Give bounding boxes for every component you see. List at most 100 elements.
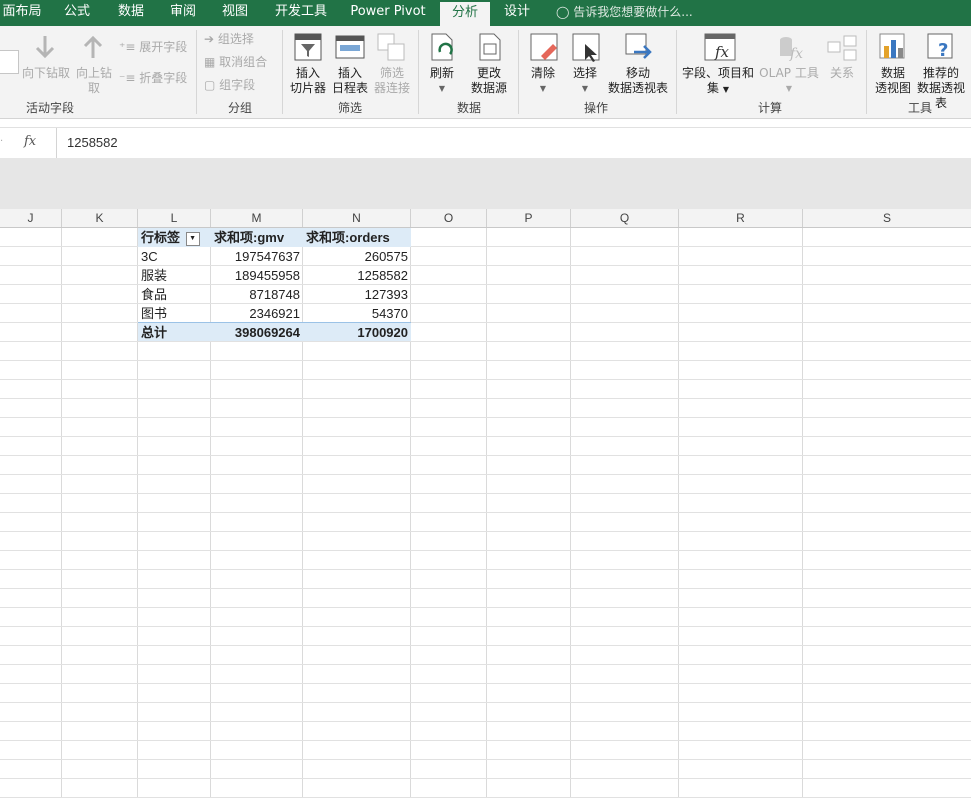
filter-dropdown-icon[interactable]: ▼ (185, 231, 200, 246)
grid-column-line (570, 228, 571, 798)
tab-formulas[interactable]: 公式 (52, 0, 102, 26)
pivot-orders-value[interactable]: 1258582 (303, 266, 411, 285)
group-field-button[interactable]: ▢ 组字段 (204, 78, 255, 93)
pivot-orders-value[interactable]: 127393 (303, 285, 411, 304)
pivot-gmv-value[interactable]: 197547637 (211, 247, 303, 266)
column-header-m[interactable]: M (211, 209, 303, 227)
fields-label-1: 字段、项目和 (681, 66, 754, 80)
select-button[interactable]: 选择 ▼ (566, 66, 604, 96)
pivot-row-label[interactable]: 食品 (138, 285, 211, 304)
filter-connections-button[interactable]: 筛选 器连接 (370, 66, 414, 96)
group-label-data: 数据 (456, 101, 481, 115)
group-selection-button[interactable]: ➔ 组选择 (204, 32, 254, 47)
pivot-gmv-value[interactable]: 8718748 (211, 285, 303, 304)
column-header-j[interactable]: J (0, 209, 62, 227)
grid-column-line (802, 228, 803, 798)
column-header-k[interactable]: K (62, 209, 138, 227)
grid-row-line (0, 512, 971, 513)
grid-row-line (0, 474, 971, 475)
row-label-header-text: 行标签 (141, 230, 181, 245)
insert-timeline-button[interactable]: 插入 日程表 (328, 66, 372, 96)
pivot-gmv-value[interactable]: 189455958 (211, 266, 303, 285)
move-pivottable-button[interactable]: 移动 数据透视表 (606, 66, 670, 96)
formula-input[interactable]: 1258582 (67, 135, 118, 150)
grid-row-line (0, 683, 971, 684)
fields-items-sets-icon: fx (704, 33, 736, 61)
chevron-down-icon: ▼ (785, 84, 793, 93)
recommended-pivottables-icon: ? (927, 33, 953, 61)
refresh-icon (431, 33, 453, 61)
collapse-field-button[interactable]: ⁻≡ 折叠字段 (119, 71, 187, 86)
pivot-total-orders[interactable]: 1700920 (303, 322, 411, 341)
timeline-icon (335, 35, 365, 59)
tab-data[interactable]: 数据 (106, 0, 156, 26)
svg-text:fx: fx (789, 46, 803, 62)
slicer-label-1: 插入 (295, 66, 320, 80)
pivot-gmv-value[interactable]: 2346921 (211, 304, 303, 323)
formula-bar-dots: · (0, 136, 4, 147)
pivot-orders-value[interactable]: 260575 (303, 247, 411, 266)
grid-row-line (0, 607, 971, 608)
tell-me-box[interactable]: ◯ 告诉我您想要做什么... (556, 0, 693, 26)
tab-view[interactable]: 视图 (210, 0, 260, 26)
grid-row-line (0, 588, 971, 589)
grid-row-line (0, 645, 971, 646)
tab-analyze[interactable]: 分析 (440, 2, 490, 26)
change-source-label-2: 数据源 (470, 81, 507, 95)
timeline-label-2: 日程表 (331, 81, 368, 95)
ungroup-label: 取消组合 (219, 55, 268, 69)
recommended-label-1: 推荐的 (922, 66, 959, 80)
pivot-gmv-header[interactable]: 求和项:gmv (211, 228, 303, 247)
tab-review[interactable]: 审阅 (158, 0, 208, 26)
olap-tools-icon: fx (780, 37, 803, 62)
column-header-o[interactable]: O (411, 209, 487, 227)
tab-design[interactable]: 设计 (494, 0, 540, 26)
pivot-orders-header[interactable]: 求和项:orders (303, 228, 411, 247)
pivot-row-label-header[interactable]: 行标签 ▼ (138, 228, 211, 247)
column-header-p[interactable]: P (487, 209, 571, 227)
insert-function-icon[interactable]: fx (24, 134, 36, 149)
grid-column-line (61, 228, 62, 798)
insert-slicer-button[interactable]: 插入 切片器 (286, 66, 330, 96)
pivot-total-gmv[interactable]: 398069264 (211, 322, 303, 341)
ungroup-button[interactable]: ▦ 取消组合 (204, 55, 267, 70)
chevron-down-icon: ▼ (438, 84, 446, 93)
drill-up-icon (83, 35, 103, 58)
change-data-source-button[interactable]: 更改 数据源 (462, 66, 516, 96)
column-header-r[interactable]: R (679, 209, 803, 227)
grid-row-line (0, 664, 971, 665)
tab-power-pivot[interactable]: Power Pivot (344, 0, 432, 26)
chevron-down-icon: ▼ (581, 84, 589, 93)
pivot-row-label[interactable]: 图书 (138, 304, 211, 323)
column-header-q[interactable]: Q (571, 209, 679, 227)
column-header-l[interactable]: L (138, 209, 211, 227)
fields-items-sets-button[interactable]: 字段、项目和 集 ▼ (680, 66, 756, 97)
drill-down-button[interactable]: 向下钻取 (20, 66, 72, 81)
column-header-n[interactable]: N (303, 209, 411, 227)
pivot-orders-value[interactable]: 54370 (303, 304, 411, 323)
worksheet-grid[interactable]: 行标签 ▼ 求和项:gmv 求和项:orders 3C 197547637 26… (0, 228, 971, 798)
olap-label: OLAP 工具 (759, 66, 819, 80)
tab-page-layout[interactable]: 面布局 (0, 0, 44, 26)
connections-label-2: 器连接 (373, 81, 410, 95)
column-header-s[interactable]: S (803, 209, 971, 227)
chevron-down-icon: ▼ (722, 85, 729, 94)
expand-field-button[interactable]: ⁺≡ 展开字段 (119, 40, 187, 55)
pivot-row-label[interactable]: 服装 (138, 266, 211, 285)
olap-tools-button[interactable]: OLAP 工具 ▼ (758, 66, 820, 96)
pivot-total-label[interactable]: 总计 (138, 322, 211, 341)
tab-developer[interactable]: 开发工具 (266, 0, 336, 26)
pivotchart-button[interactable]: 数据 透视图 (872, 66, 914, 96)
ribbon-tab-bar: 面布局 公式 数据 审阅 视图 开发工具 Power Pivot 分析 设计 ◯… (0, 0, 971, 26)
grid-row-line (0, 550, 971, 551)
grid-row-line (0, 493, 971, 494)
expand-field-label: 展开字段 (139, 40, 188, 54)
active-field-input[interactable] (0, 50, 19, 74)
clear-button[interactable]: 清除 ▼ (524, 66, 562, 96)
pivot-row-label[interactable]: 3C (138, 247, 211, 266)
change-source-icon (479, 33, 501, 61)
grid-column-line (486, 228, 487, 798)
drill-up-button[interactable]: 向上钻 取 (72, 66, 116, 96)
refresh-button[interactable]: 刷新 ▼ (424, 66, 460, 96)
relationships-button[interactable]: 关系 (822, 66, 862, 81)
